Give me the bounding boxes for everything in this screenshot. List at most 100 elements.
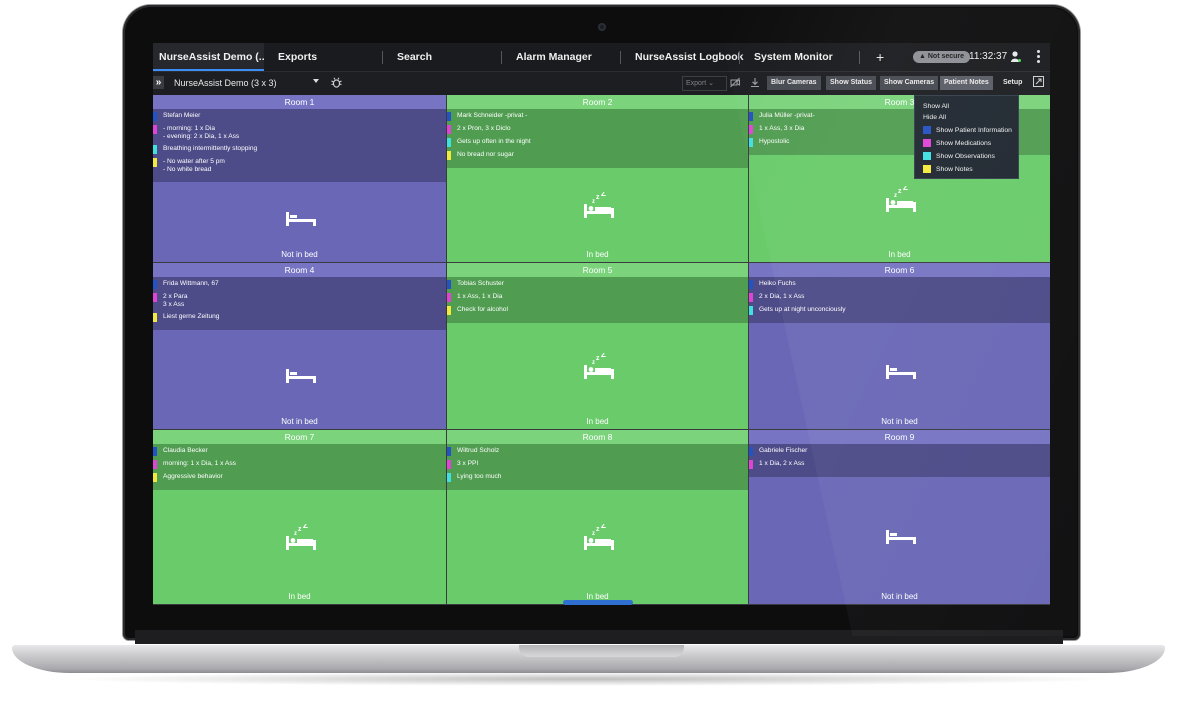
note-color-marker bbox=[447, 125, 451, 134]
view-selector[interactable]: NurseAssist Demo (3 x 3) bbox=[174, 72, 277, 94]
room-tile[interactable]: Room 9 Gabriele Fischer 1 x Dia, 2 x Ass No… bbox=[749, 430, 1050, 605]
note-text: Wiltrud Scholz bbox=[457, 447, 500, 454]
bed-status: In bed bbox=[888, 250, 911, 259]
patient-notes-panel: Stefan Meier - morning: 1 x Dia - evening:… bbox=[153, 109, 446, 182]
menu-show-all[interactable]: Show All bbox=[923, 101, 1018, 112]
bed-status: Not in bed bbox=[281, 417, 318, 426]
note-observations: Gets up often in the night bbox=[447, 138, 748, 147]
room-tile[interactable]: Room 5 Tobias Schuster 1 x Ass, 1 x Dia Che… bbox=[447, 263, 749, 430]
room-tile[interactable]: Room 1 Stefan Meier - morning: 1 x Dia - ev… bbox=[153, 95, 447, 263]
checkbox-icon bbox=[923, 165, 931, 173]
laptop-hinge bbox=[135, 630, 1063, 644]
svg-text:Z: Z bbox=[601, 353, 606, 359]
room-title: Room 2 bbox=[447, 95, 748, 109]
note-observations: Breathing intermittently stopping bbox=[153, 145, 446, 154]
blur-cameras-button[interactable]: Blur Cameras bbox=[767, 76, 821, 90]
download-icon[interactable] bbox=[750, 77, 760, 88]
tab-separator bbox=[382, 51, 383, 64]
clock: 11:32:37 bbox=[969, 51, 1008, 62]
note-color-marker bbox=[153, 145, 157, 154]
patient-notes-panel: Gabriele Fischer 1 x Dia, 2 x Ass bbox=[749, 444, 1050, 477]
tab-search[interactable]: Search bbox=[397, 43, 457, 71]
setup-button[interactable]: Setup bbox=[1003, 76, 1022, 90]
note-color-marker bbox=[153, 112, 157, 121]
show-cameras-button[interactable]: Show Cameras bbox=[880, 76, 939, 90]
not-secure-badge[interactable]: ▲ Not secure bbox=[913, 51, 971, 63]
note-medications: - morning: 1 x Dia - evening: 2 x Dia, 1 … bbox=[153, 125, 446, 141]
note-patient-info: Gabriele Fischer bbox=[749, 447, 1050, 456]
note-patient-info: Tobias Schuster bbox=[447, 280, 748, 289]
room-tile[interactable]: Room 4 Frida Wittmann, 67 2 x Para 3 x Ass L… bbox=[153, 263, 447, 430]
note-color-marker bbox=[749, 138, 753, 147]
patient-notes-button[interactable]: Patient Notes bbox=[940, 76, 993, 90]
chevron-down-icon[interactable] bbox=[313, 79, 319, 83]
laptop-shadow bbox=[60, 672, 1120, 686]
menu-show-patient-information[interactable]: Show Patient Information bbox=[923, 125, 1018, 136]
more-menu-icon[interactable] bbox=[1036, 49, 1040, 65]
note-medications: 1 x Ass, 1 x Dia bbox=[447, 293, 748, 302]
tab-system-monitor[interactable]: System Monitor bbox=[754, 43, 844, 71]
svg-text:Z: Z bbox=[601, 192, 606, 198]
room-tile[interactable]: Room 8 Wiltrud Scholz 3 x PPI Lying too muc… bbox=[447, 430, 749, 605]
note-text: Aggressive behavior bbox=[163, 473, 223, 480]
note-color-marker bbox=[447, 112, 451, 121]
fullscreen-icon[interactable] bbox=[1033, 76, 1044, 87]
note-medications: 3 x PPI bbox=[447, 460, 748, 469]
room-title: Room 7 bbox=[153, 430, 446, 444]
room-title: Room 5 bbox=[447, 263, 748, 277]
sleeping-bed-icon: zzZ bbox=[282, 521, 320, 554]
laptop-thumb-notch bbox=[519, 645, 684, 657]
sleeping-bed-icon: zzZ bbox=[580, 189, 618, 222]
menu-show-observations[interactable]: Show Observations bbox=[923, 151, 1018, 162]
scroll-indicator[interactable] bbox=[563, 600, 633, 605]
svg-text:z: z bbox=[596, 194, 600, 201]
note-text: Check for alcohol bbox=[457, 306, 508, 313]
bug-icon[interactable] bbox=[331, 77, 342, 88]
menu-show-notes[interactable]: Show Notes bbox=[923, 164, 1018, 175]
show-status-button[interactable]: Show Status bbox=[826, 76, 877, 90]
room-tile[interactable]: Room 7 Claudia Becker morning: 1 x Dia, 1 … bbox=[153, 430, 447, 605]
note-color-marker bbox=[447, 306, 451, 315]
camera-off-icon[interactable] bbox=[730, 77, 740, 88]
note-patient-info: Heiko Fuchs bbox=[749, 280, 1050, 289]
note-color-marker bbox=[749, 112, 753, 121]
note-color-marker bbox=[153, 473, 157, 482]
note-text: Lying too much bbox=[457, 473, 502, 480]
note-text: Gets up at night unconciously bbox=[759, 306, 846, 313]
expand-sidebar-icon[interactable]: » bbox=[153, 76, 164, 89]
bed-status: In bed bbox=[586, 417, 609, 426]
export-dropdown[interactable]: Export ⌄ bbox=[682, 76, 727, 91]
menu-item-label: Show Patient Information bbox=[936, 127, 1012, 134]
patient-notes-panel: Heiko Fuchs 2 x Dia, 1 x Ass Gets up at ni… bbox=[749, 277, 1050, 323]
user-status-icon[interactable] bbox=[1011, 51, 1021, 63]
room-tile[interactable]: Room 6 Heiko Fuchs 2 x Dia, 1 x Ass Gets up… bbox=[749, 263, 1050, 430]
note-color-marker bbox=[447, 280, 451, 289]
room-title: Room 9 bbox=[749, 430, 1050, 444]
patient-notes-panel: Tobias Schuster 1 x Ass, 1 x Dia Check for… bbox=[447, 277, 748, 323]
patient-notes-panel: Wiltrud Scholz 3 x PPI Lying too much bbox=[447, 444, 748, 490]
note-text: Heiko Fuchs bbox=[759, 280, 796, 287]
note-color-marker bbox=[153, 125, 157, 134]
note-color-marker bbox=[447, 138, 451, 147]
tab-nurseassist-logbook[interactable]: NurseAssist Logbook bbox=[635, 43, 745, 71]
menu-hide-all[interactable]: Hide All bbox=[923, 112, 1018, 123]
room-tile[interactable]: Room 2 Mark Schneider -privat - 2 x Pron, … bbox=[447, 95, 749, 263]
tab-alarm-manager[interactable]: Alarm Manager bbox=[516, 43, 606, 71]
svg-text:z: z bbox=[596, 355, 600, 362]
note-patient-info: Frida Wittmann, 67 bbox=[153, 280, 446, 289]
note-color-marker bbox=[749, 280, 753, 289]
note-color-marker bbox=[153, 280, 157, 289]
note-medications: 2 x Dia, 1 x Ass bbox=[749, 293, 1050, 302]
note-medications: 1 x Dia, 2 x Ass bbox=[749, 460, 1050, 469]
bed-status: In bed bbox=[586, 250, 609, 259]
tab-separator bbox=[859, 51, 860, 64]
note-color-marker bbox=[447, 460, 451, 469]
bed-status: Not in bed bbox=[281, 250, 318, 259]
tab-exports[interactable]: Exports bbox=[278, 43, 358, 71]
note-text: 2 x Pron, 3 x Diclo bbox=[457, 125, 511, 132]
add-tab-button[interactable]: + bbox=[876, 43, 884, 71]
tab-nurseassist-demo[interactable]: NurseAssist Demo (... bbox=[153, 43, 264, 71]
menu-show-medications[interactable]: Show Medications bbox=[923, 138, 1018, 149]
svg-text:z: z bbox=[894, 193, 897, 199]
empty-bed-icon bbox=[282, 200, 320, 230]
